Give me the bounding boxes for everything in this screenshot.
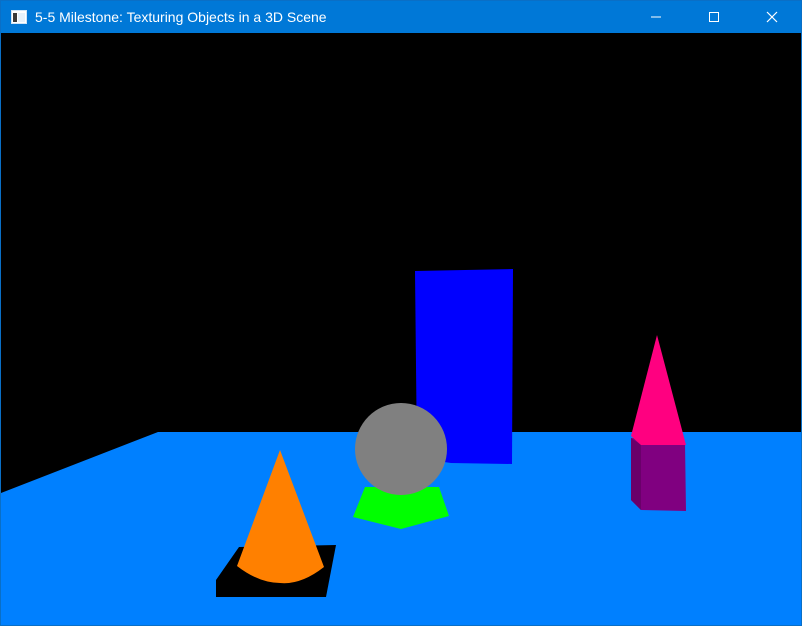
- small-box-side: [631, 438, 641, 510]
- window-controls: [627, 1, 801, 33]
- scene-canvas: [1, 269, 801, 625]
- maximize-icon: [708, 11, 720, 23]
- close-button[interactable]: [743, 1, 801, 33]
- app-window: 5-5 Milestone: Texturing Objects in a 3D…: [0, 0, 802, 626]
- minimize-button[interactable]: [627, 1, 685, 33]
- maximize-button[interactable]: [685, 1, 743, 33]
- title-bar[interactable]: 5-5 Milestone: Texturing Objects in a 3D…: [1, 1, 801, 33]
- minimize-icon: [650, 11, 662, 23]
- window-app-icon: [11, 10, 27, 24]
- close-icon: [766, 11, 778, 23]
- sphere: [355, 403, 447, 495]
- pyramid-top: [631, 335, 686, 445]
- render-viewport[interactable]: [1, 33, 801, 625]
- window-title: 5-5 Milestone: Texturing Objects in a 3D…: [35, 9, 327, 25]
